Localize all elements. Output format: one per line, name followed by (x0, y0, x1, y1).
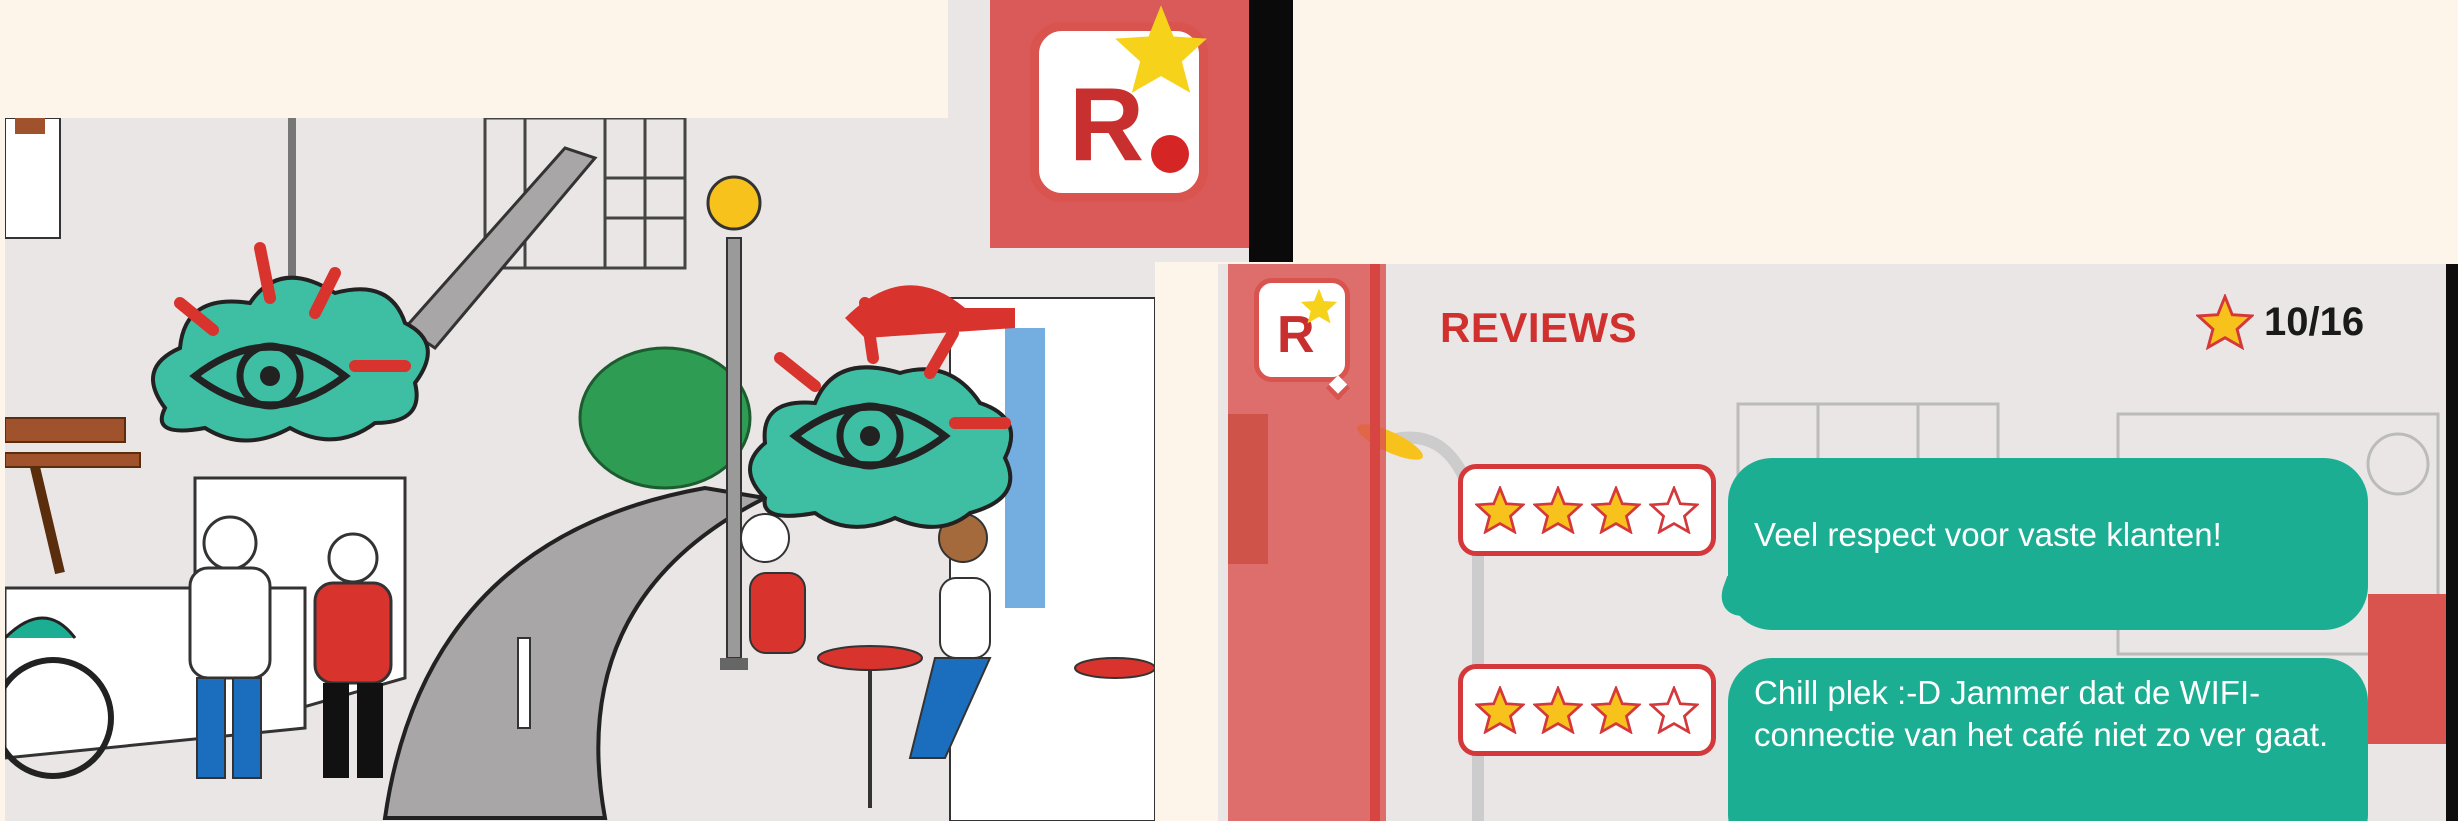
sidebar-divider (1370, 264, 1380, 821)
star-icon (1300, 288, 1338, 324)
reviews-app-icon-small[interactable]: R (1254, 278, 1351, 401)
star-filled-icon (1475, 686, 1525, 734)
logo-dot (1151, 135, 1189, 173)
reviews-app-icon[interactable]: R (1030, 5, 1208, 202)
review-text: Veel respect voor vaste klanten! (1754, 516, 2222, 553)
review-text-bubble: Chill plek :-D Jammer dat de WIFI-connec… (1728, 658, 2368, 821)
star-score: 10/16 (2196, 294, 2364, 350)
star-rating (1458, 464, 1716, 556)
review-text-bubble: Veel respect voor vaste klanten! (1728, 458, 2368, 630)
star-icon (1115, 5, 1207, 93)
star-filled-icon (1475, 486, 1525, 534)
star-score-count: 10/16 (2264, 299, 2365, 344)
star-empty-icon (1649, 486, 1699, 534)
panel-edge (2446, 264, 2458, 821)
star-rating (1458, 664, 1716, 756)
star-empty-icon (1649, 686, 1699, 734)
star-filled-icon (1533, 486, 1583, 534)
reviews-title: REVIEWS (1440, 304, 1638, 351)
star-filled-icon (1591, 486, 1641, 534)
review-text: Chill plek :-D Jammer dat de WIFI-connec… (1754, 674, 2329, 754)
star-filled-icon (1533, 686, 1583, 734)
star-icon (2196, 294, 2254, 350)
panel-edge (1249, 0, 1293, 262)
star-filled-icon (1591, 686, 1641, 734)
reviews-panel: R REVIEWS 10/16 Veel respect voor vaste … (1218, 264, 2458, 821)
logo-zoom-panel: R (948, 0, 1293, 262)
